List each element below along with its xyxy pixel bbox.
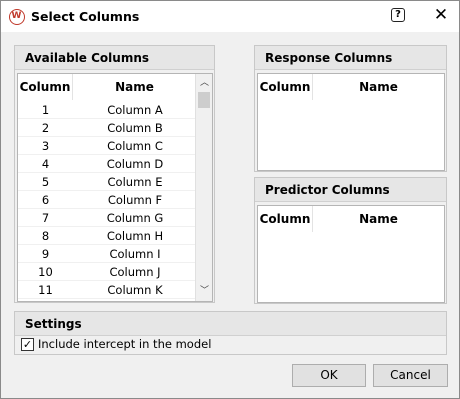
table-row[interactable]: 9 Column I [18,245,197,263]
available-columns-grid[interactable]: Column Name 1 Column A 2 Column B 3 Column C 4… [17,73,213,302]
column-number: 5 [41,175,50,189]
column-number: 11 [38,283,53,297]
available-columns-panel: Available Columns Column Name 1 Column A 2… [14,45,215,303]
response-columns-title: Response Columns [255,46,446,70]
column-name: Column A [107,103,163,117]
title-bar: W Select Columns ? ✕ [1,1,459,32]
grid-header: Column Name [258,74,444,100]
table-row[interactable]: 12Column L [18,299,197,301]
column-number: 4 [41,157,50,171]
intercept-label[interactable]: Include intercept in the model [38,337,211,352]
column-name: Column D [106,157,164,171]
vertical-scrollbar[interactable]: ︿ ﹀ [195,74,212,301]
dialog-title: Select Columns [31,9,140,24]
select-columns-dialog: W Select Columns ? ✕ Available Columns C… [0,0,460,399]
settings-panel: Settings ✓ Include intercept in the mode… [14,311,447,355]
column-number: 1 [41,103,50,117]
table-row[interactable]: 7 Column G [18,209,197,227]
settings-title: Settings [15,312,446,336]
column-number: 10 [38,265,53,279]
table-row[interactable]: 2 Column B [18,119,197,137]
response-columns-grid[interactable]: Column Name [257,73,445,171]
column-name: Column K [107,283,163,297]
scroll-down-icon[interactable]: ﹀ [196,284,212,299]
table-row[interactable]: 8 Column H [18,227,197,245]
column-number: 6 [41,193,50,207]
column-name: Column B [107,121,163,135]
column-number: 12 [18,299,73,301]
column-number: 2 [41,121,50,135]
intercept-checkbox[interactable]: ✓ [21,338,34,351]
column-number: 9 [41,247,50,261]
column-name: Column C [107,139,163,153]
predictor-columns-title: Predictor Columns [255,178,446,202]
column-name: Column J [109,265,161,279]
table-row[interactable]: 1 Column A [18,101,197,119]
name-header[interactable]: Name [313,74,444,100]
help-icon[interactable]: ? [391,8,405,22]
column-number: 7 [41,211,50,225]
column-header[interactable]: Column [258,206,313,232]
grid-header: Column Name [258,206,444,232]
name-header[interactable]: Name [73,74,197,100]
available-columns-title: Available Columns [15,46,214,70]
column-name: Column G [106,211,164,225]
app-logo-letter: W [11,11,22,21]
column-name: Column I [109,247,161,261]
scroll-thumb[interactable] [198,92,210,108]
table-row[interactable]: 3 Column C [18,137,197,155]
predictor-columns-grid[interactable]: Column Name [257,205,445,303]
column-name: Column F [107,193,163,207]
column-number: 8 [41,229,50,243]
grid-header: Column Name [18,74,197,100]
app-logo-icon: W [9,9,25,25]
close-icon[interactable]: ✕ [433,6,449,24]
column-name: Column E [107,175,163,189]
table-row[interactable]: 5 Column E [18,173,197,191]
response-columns-panel: Response Columns Column Name [254,45,447,172]
column-number: 3 [41,139,50,153]
table-row[interactable]: 10 Column J [18,263,197,281]
table-row[interactable]: 6 Column F [18,191,197,209]
table-row[interactable]: 11 Column K [18,281,197,299]
predictor-columns-panel: Predictor Columns Column Name [254,177,447,304]
column-name: Column L [73,299,197,301]
column-name: Column H [106,229,164,243]
column-header[interactable]: Column [18,74,73,100]
scroll-up-icon[interactable]: ︿ [196,76,212,91]
ok-button[interactable]: OK [292,364,366,387]
column-header[interactable]: Column [258,74,313,100]
cancel-button[interactable]: Cancel [373,364,448,387]
table-row[interactable]: 4 Column D [18,155,197,173]
name-header[interactable]: Name [313,206,444,232]
